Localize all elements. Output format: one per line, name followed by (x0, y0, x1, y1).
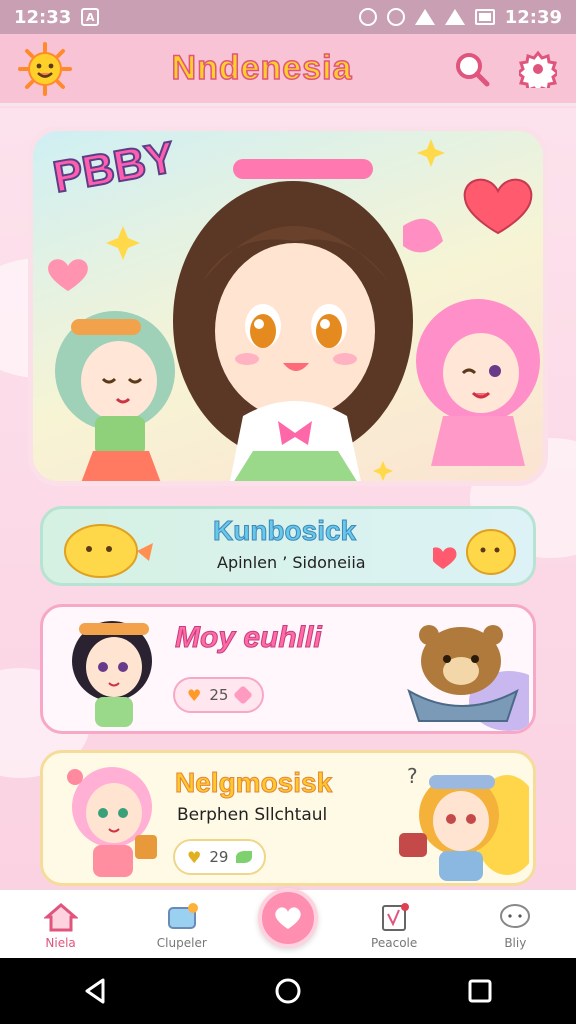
main-content: PBBY Kunbosick Apinlen ’ Sidoneiia Moy e… (0, 108, 576, 888)
svg-text:?: ? (407, 764, 418, 788)
gear-icon[interactable] (518, 49, 558, 89)
search-icon[interactable] (452, 49, 492, 89)
like-count: 29 (209, 848, 229, 866)
notification-icon: A (81, 8, 100, 26)
blob-mascot-icon (64, 524, 153, 578)
feature-card-kunbosick[interactable]: Kunbosick Apinlen ’ Sidoneiia (40, 506, 536, 586)
nav-item-peacole[interactable]: Peacole (349, 902, 439, 950)
leaf-icon (236, 851, 253, 863)
hero-banner[interactable]: PBBY (28, 126, 548, 486)
nav-label: Niela (45, 936, 76, 950)
nav-item-clupeler[interactable]: Clupeler (137, 902, 227, 950)
feature-card-nelgmosisk[interactable]: Nelgmosisk Berphen Sllchtaul ♥ 29 ? (40, 750, 536, 886)
wifi-icon (414, 9, 435, 25)
heart-icon: ♥ (187, 685, 202, 705)
nav-label: Peacole (371, 936, 418, 950)
status-bar: 12:33 A 12:39 (0, 0, 576, 34)
card-subtitle: Berphen Sllchtaul (177, 805, 328, 825)
status-time-left: 12:33 (14, 6, 72, 28)
center-action-button[interactable] (258, 888, 318, 948)
nav-item-home[interactable]: Niela (16, 902, 106, 950)
bear-in-boat-icon (407, 625, 529, 731)
system-navigation-bar (0, 958, 576, 1024)
recents-icon[interactable] (465, 976, 495, 1006)
home-circle-icon[interactable] (273, 976, 303, 1006)
app-title: Nndenesia (171, 48, 353, 88)
hero-illustration (48, 139, 540, 481)
like-counter[interactable]: ♥ 29 (173, 839, 267, 875)
nav-item-bliy[interactable]: Bliy (470, 902, 560, 950)
character-avatar (72, 621, 152, 727)
home-icon (43, 903, 78, 932)
heart-outline-icon (233, 685, 254, 705)
character-avatar (67, 767, 157, 877)
card-title: Nelgmosisk (174, 767, 333, 799)
card-title: Kunbosick (212, 515, 357, 547)
feature-card-moy-euhlli[interactable]: Moy euhlli ♥ 25 (40, 604, 536, 734)
character-avatar: ? (399, 764, 529, 881)
card-subtitle: Apinlen ’ Sidoneiia (217, 553, 366, 572)
nav-label: Bliy (504, 936, 527, 950)
puzzle-icon (167, 903, 198, 929)
like-counter[interactable]: ♥ 25 (173, 677, 265, 713)
notes-icon (382, 903, 410, 931)
alarm-icon (386, 8, 405, 26)
heart-bubble-icon (275, 907, 301, 929)
app-bar: Nndenesia (0, 34, 576, 106)
chat-icon (500, 904, 531, 928)
status-time-right: 12:39 (504, 6, 562, 28)
sun-face-icon[interactable] (18, 41, 72, 96)
battery-icon (474, 9, 495, 25)
like-count: 25 (209, 686, 229, 704)
nav-label: Clupeler (156, 936, 207, 950)
signal-icon (444, 9, 465, 25)
back-icon[interactable] (81, 976, 111, 1006)
heart-icon: ♥ (187, 847, 202, 867)
heart-blob-icon (433, 529, 516, 575)
card-title: Moy euhlli (175, 621, 323, 655)
notification-badge-icon (358, 8, 377, 26)
